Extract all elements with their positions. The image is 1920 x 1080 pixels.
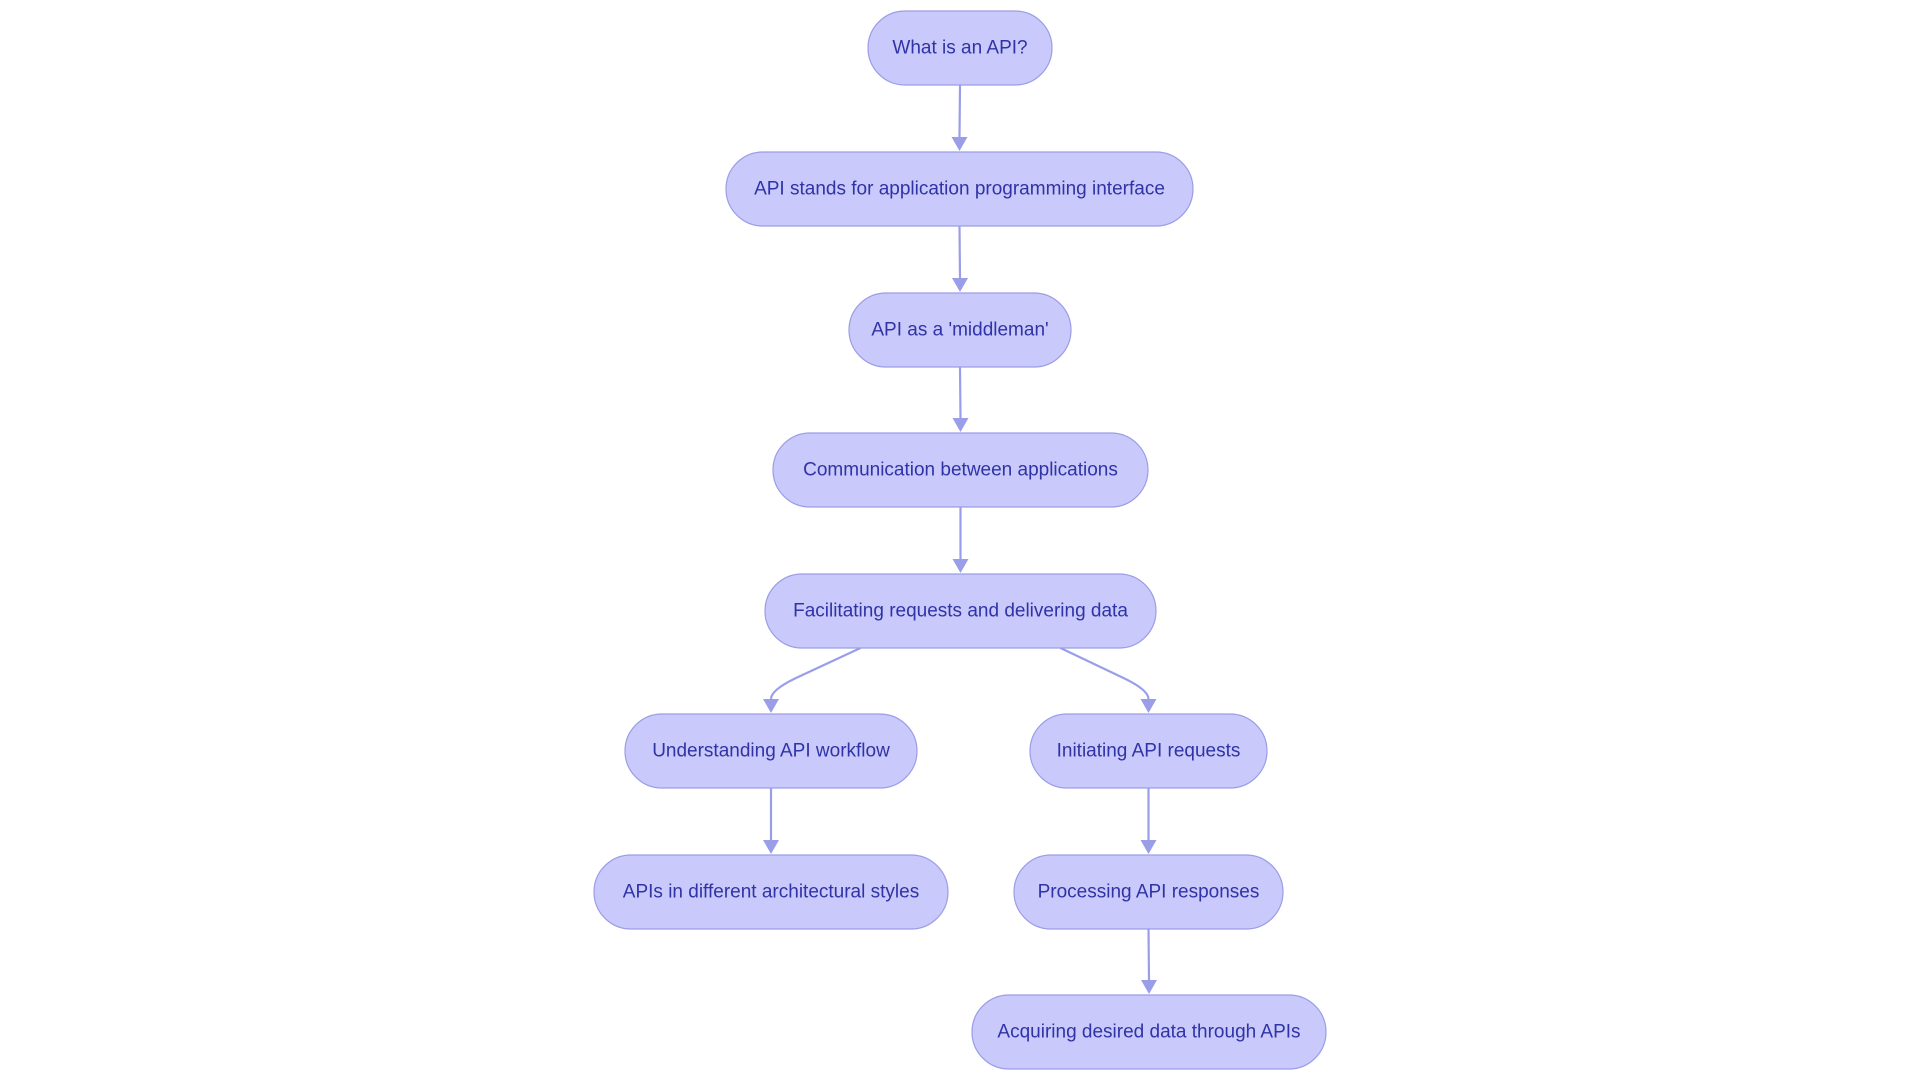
- flowchart-node: Facilitating requests and delivering dat…: [764, 573, 1157, 649]
- edge-line: [958, 366, 962, 419]
- flowchart-node: APIs in different architectural styles: [593, 854, 949, 930]
- arrowhead-icon: [1140, 699, 1157, 713]
- edge-line: [1147, 928, 1151, 981]
- node-label: Facilitating requests and delivering dat…: [793, 601, 1128, 622]
- node-label: API stands for application programming i…: [754, 179, 1165, 200]
- flowchart-node: Processing API responses: [1013, 854, 1284, 930]
- flowchart-node: Communication between applications: [772, 432, 1149, 508]
- node-label: Initiating API requests: [1057, 741, 1241, 762]
- arrowhead-icon: [952, 559, 969, 573]
- flowchart-node: What is an API?: [867, 10, 1053, 86]
- edge-n1-n2: [951, 84, 968, 151]
- node-label: Acquiring desired data through APIs: [997, 1022, 1300, 1043]
- arrowhead-icon: [951, 137, 968, 151]
- node-label: Communication between applications: [803, 460, 1118, 481]
- flowchart-node: API as a 'middleman': [848, 292, 1072, 368]
- arrowhead-icon: [1141, 980, 1157, 994]
- edge-n9-n10: [1141, 928, 1157, 994]
- edge-n4-n5: [952, 507, 969, 573]
- edge-n6-n8: [763, 788, 779, 854]
- arrowhead-icon: [952, 278, 968, 292]
- flowchart-diagram: What is an API? API stands for applicatio…: [593, 10, 1327, 1070]
- edge-n5-n7: [1060, 647, 1157, 713]
- node-label: APIs in different architectural styles: [623, 882, 919, 903]
- flowchart-node: API stands for application programming i…: [725, 151, 1194, 227]
- node-label: What is an API?: [892, 38, 1027, 59]
- node-label: Processing API responses: [1038, 882, 1260, 903]
- arrowhead-icon: [1140, 840, 1157, 854]
- edge-line: [958, 225, 962, 279]
- edge-n5-n6: [763, 647, 861, 713]
- edge-line: [769, 647, 861, 700]
- edge-n7-n9: [1140, 788, 1157, 854]
- edge-line: [958, 84, 962, 138]
- arrowhead-icon: [763, 699, 779, 713]
- edge-line: [1060, 647, 1150, 700]
- flowchart-node: Initiating API requests: [1029, 713, 1268, 789]
- edge-n3-n4: [952, 366, 969, 432]
- flowchart-node: Acquiring desired data through APIs: [971, 994, 1327, 1070]
- edge-n2-n3: [952, 225, 968, 292]
- arrowhead-icon: [952, 418, 969, 432]
- node-label: API as a 'middleman': [871, 320, 1048, 341]
- arrowhead-icon: [763, 840, 779, 854]
- node-label: Understanding API workflow: [652, 741, 890, 762]
- flowchart-node: Understanding API workflow: [624, 713, 918, 789]
